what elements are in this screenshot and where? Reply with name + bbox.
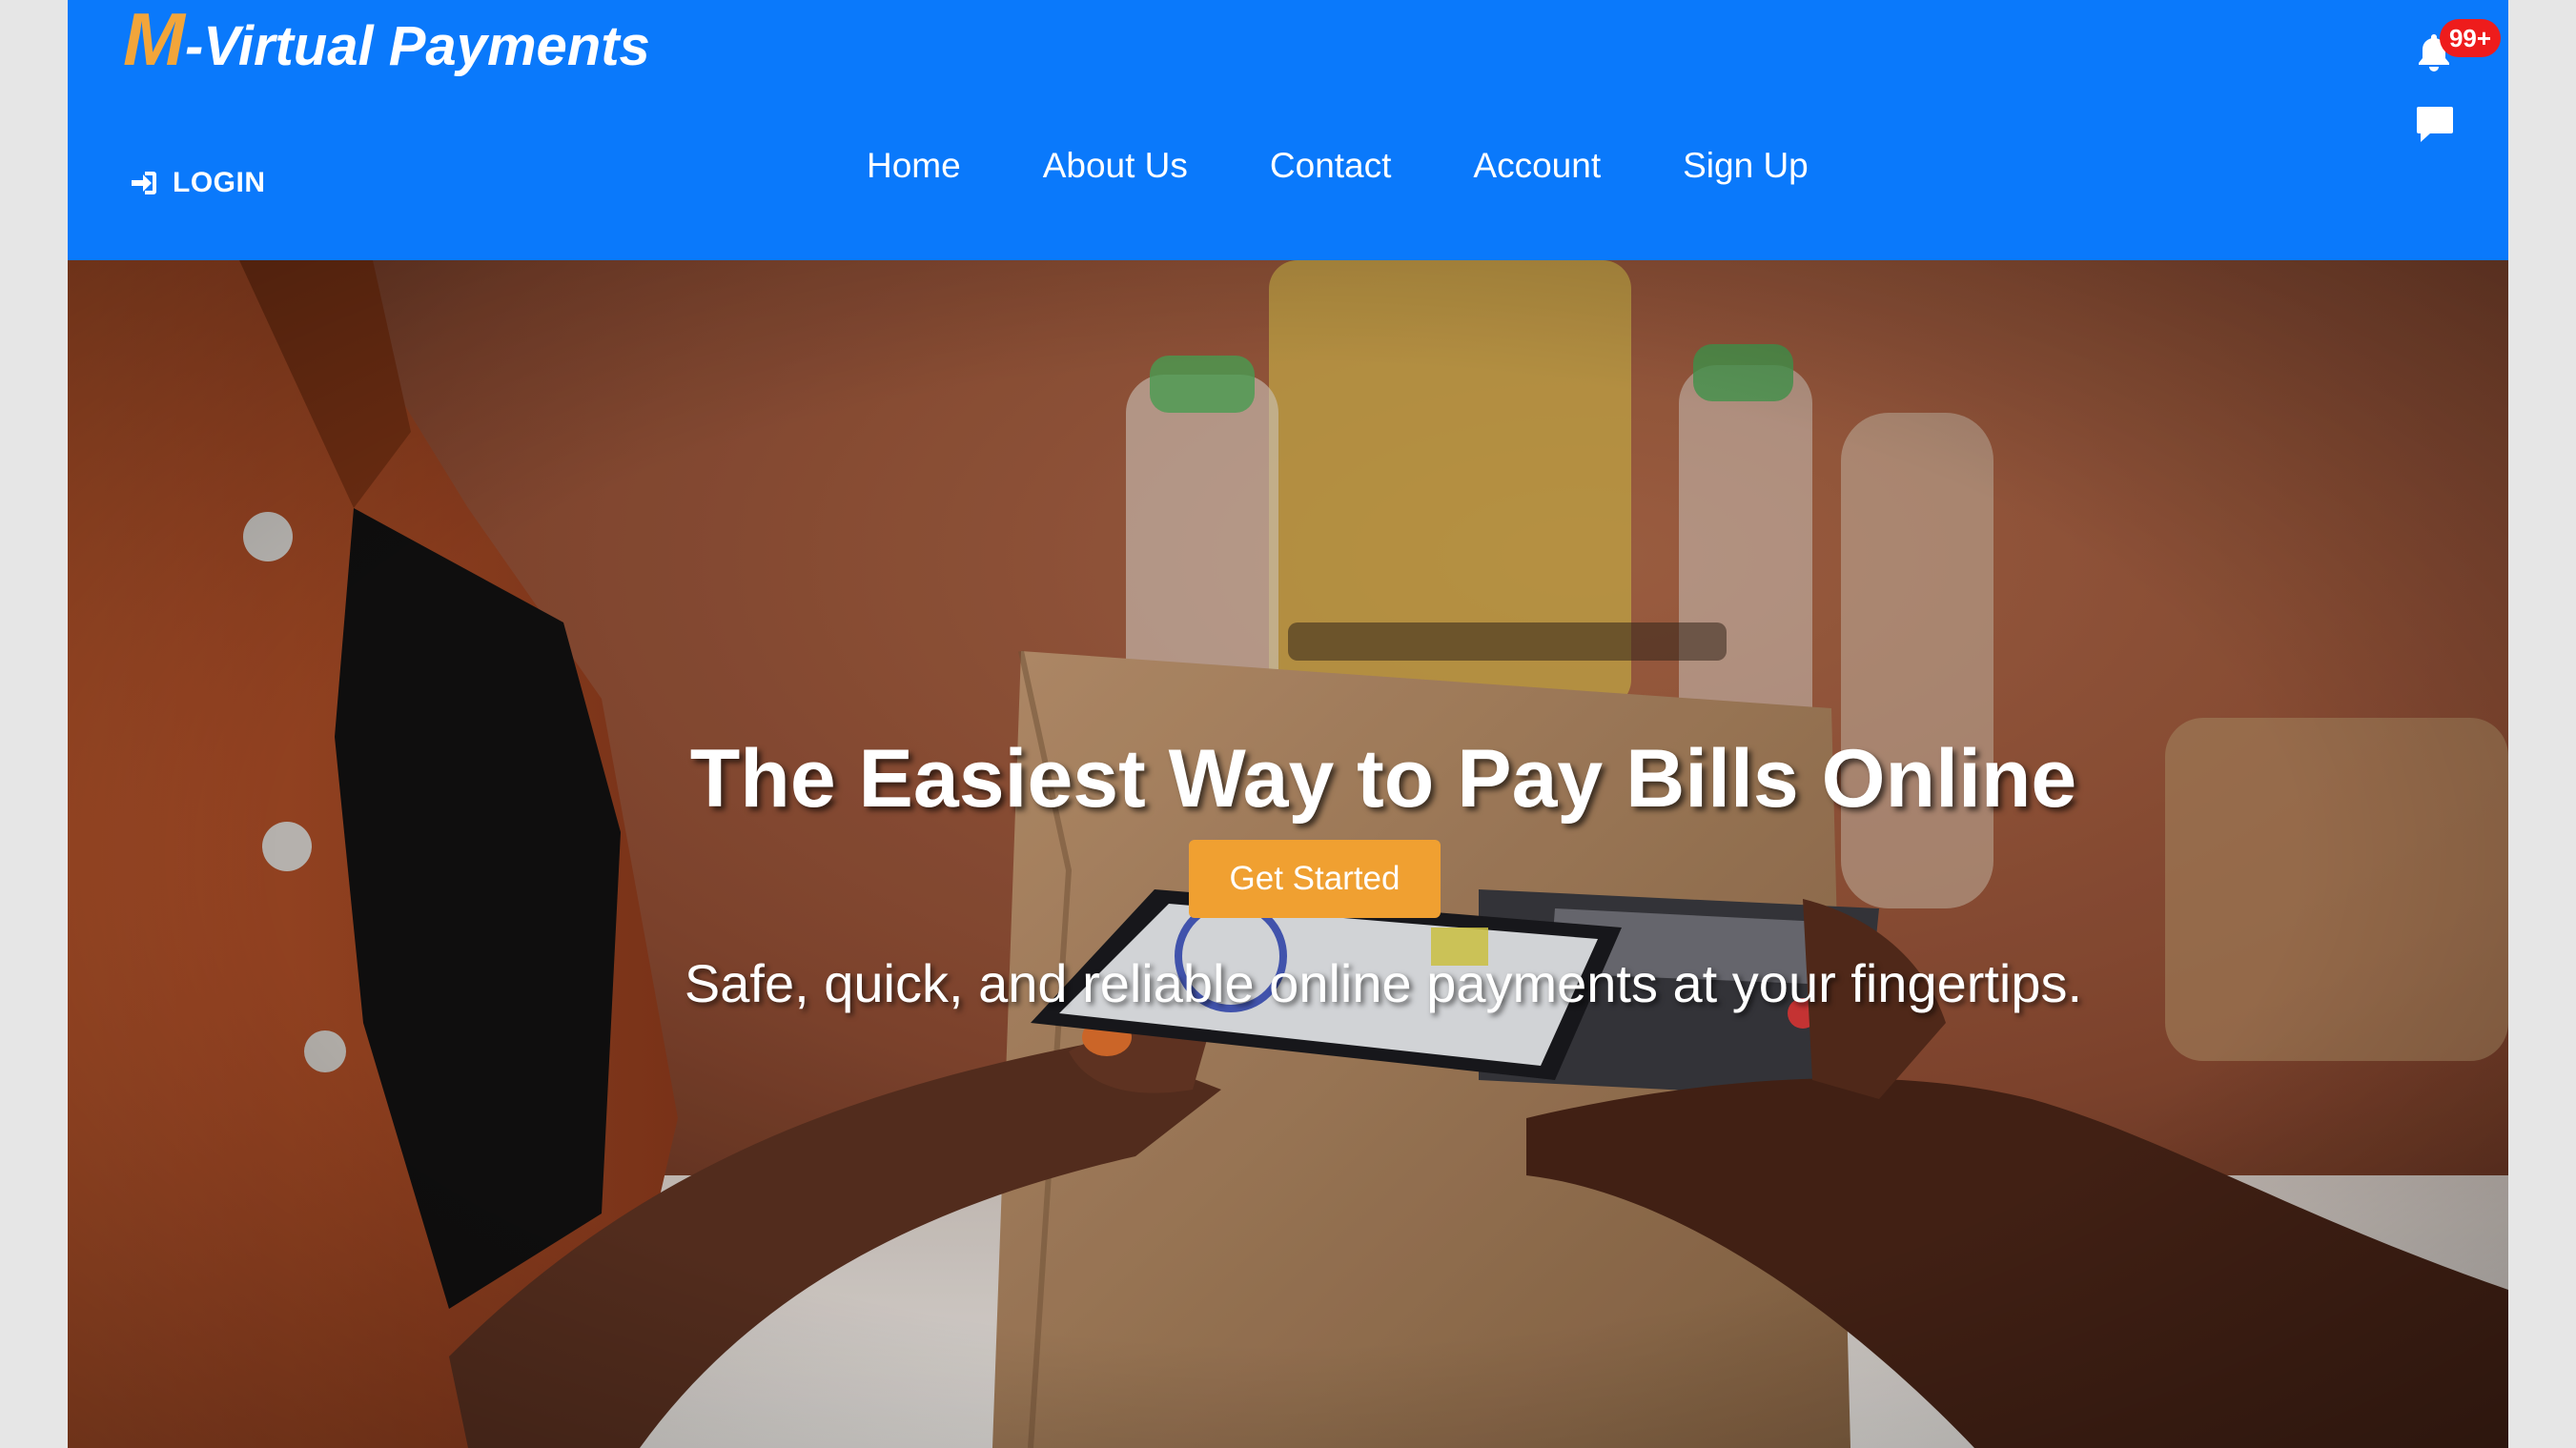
page-frame: M -Virtual Payments LOGIN Home About Us … [68,0,2508,1448]
main-nav: Home About Us Contact Account Sign Up [826,139,1850,193]
top-navbar: M -Virtual Payments LOGIN Home About Us … [68,0,2508,260]
nav-about-us[interactable]: About Us [1002,139,1229,193]
nav-account[interactable]: Account [1432,139,1642,193]
nav-contact[interactable]: Contact [1229,139,1433,193]
brand-initial: M [123,0,185,81]
notification-badge: 99+ [2440,19,2501,57]
brand-name: -Virtual Payments [184,15,650,77]
get-started-button[interactable]: Get Started [1189,840,1441,918]
chat-icon[interactable] [2415,103,2455,145]
hero-subtitle: Safe, quick, and reliable online payment… [684,953,2083,1013]
nav-home[interactable]: Home [826,139,1002,193]
hero-title: The Easiest Way to Pay Bills Online [689,733,2077,825]
brand-logo[interactable]: M -Virtual Payments [123,2,650,88]
login-label: LOGIN [173,167,266,198]
sign-in-icon [129,168,159,198]
nav-sign-up[interactable]: Sign Up [1642,139,1850,193]
login-button[interactable]: LOGIN [129,167,266,199]
